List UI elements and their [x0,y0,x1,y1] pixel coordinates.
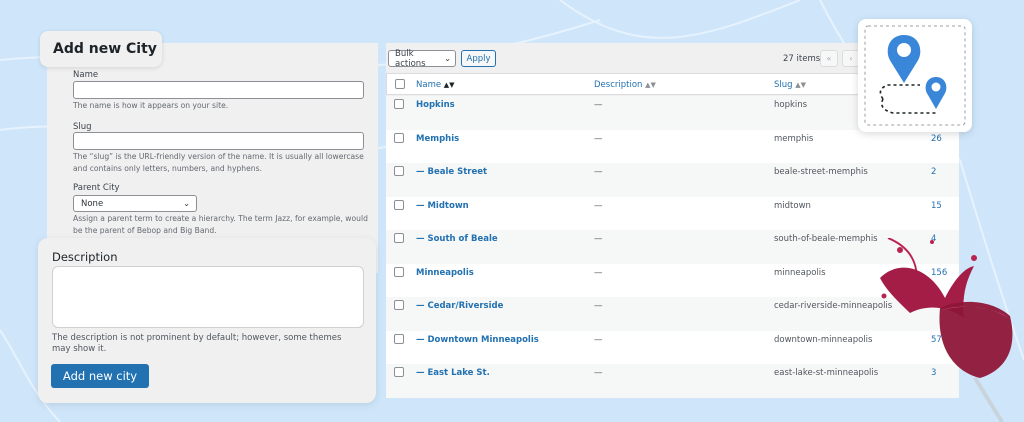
description-card: Description The description is not promi… [38,238,376,403]
add-new-city-button[interactable]: Add new city [51,364,149,388]
description-label: Description [52,250,118,264]
table-row[interactable]: — Beale Street — beale-street-memphis 2 [386,163,959,197]
name-help: The name is how it appears on your site. [73,101,229,110]
wine-glass-icon [880,238,1013,422]
column-name-label: Name [416,80,442,90]
row-count-link[interactable]: 2 [931,167,936,177]
sort-icon: ▲▼ [645,81,656,89]
row-description: — [594,167,603,177]
row-description: — [594,267,603,278]
row-slug: south-of-beale-memphis [774,234,878,244]
row-name-link[interactable]: — Cedar/Riverside [416,301,503,311]
row-slug: beale-street-memphis [774,167,868,177]
row-checkbox[interactable] [394,367,404,377]
row-description: — [594,301,603,311]
row-name-link[interactable]: — Downtown Minneapolis [416,335,539,345]
row-checkbox[interactable] [394,333,404,344]
parent-city-label: Parent City [73,183,120,193]
row-checkbox[interactable] [394,266,404,277]
row-description: — [594,368,603,378]
name-input[interactable] [73,81,364,99]
row-description: — [594,234,603,244]
slug-help: The “slug” is the URL-friendly version o… [73,152,364,173]
column-header-name[interactable]: Name ▲▼ [416,80,455,90]
row-description: — [594,100,603,110]
row-name-link[interactable]: — East Lake St. [416,368,490,378]
bulk-actions-select[interactable]: Bulk actions ⌄ [388,48,456,69]
form-heading: Add new City [40,31,162,67]
slug-label: Slug [73,122,92,132]
parent-city-value: None [81,198,104,209]
column-header-slug[interactable]: Slug ▲▼ [774,80,806,90]
row-count-link[interactable]: 26 [931,134,942,144]
items-count: 27 items [783,54,821,64]
row-slug: midtown [774,200,811,211]
bulk-actions-label: Bulk actions [395,48,426,69]
row-name-link[interactable]: Hopkins [416,100,455,110]
column-slug-label: Slug [774,80,793,90]
row-name-link[interactable]: — South of Beale [416,234,498,244]
name-label: Name [73,70,99,80]
row-checkbox[interactable] [394,199,404,210]
row-name-link[interactable]: Minneapolis [416,268,474,278]
sort-icon: ▲▼ [443,81,455,89]
apply-button[interactable]: Apply [461,50,496,67]
row-slug: minneapolis [774,267,826,278]
row-slug: hopkins [774,100,808,110]
chevron-down-icon: ⌄ [183,199,190,208]
row-description: — [594,133,603,144]
description-help: The description is not prominent by defa… [52,333,342,354]
column-description-label: Description [594,80,643,90]
parent-city-help: Assign a parent term to create a hierarc… [73,214,368,235]
row-slug: downtown-minneapolis [774,334,873,345]
row-checkbox[interactable] [394,233,404,243]
first-page-button[interactable]: « [820,50,838,67]
row-slug: memphis [774,133,814,144]
column-header-description[interactable]: Description ▲▼ [594,80,656,90]
row-count-link[interactable]: 15 [931,201,942,211]
row-checkbox[interactable] [394,99,404,109]
table-row[interactable]: — Midtown — midtown 15 [386,196,959,230]
map-pin-icon [864,25,966,126]
parent-city-select[interactable]: None ⌄ [73,195,197,212]
map-route-card [858,19,972,132]
row-name-link[interactable]: — Midtown [416,201,469,211]
row-description: — [594,200,603,211]
row-name-link[interactable]: Memphis [416,134,459,144]
row-checkbox[interactable] [394,166,404,176]
slug-input[interactable] [73,132,364,150]
table-row[interactable]: Memphis — memphis 26 [386,129,959,163]
description-textarea[interactable] [52,266,364,328]
chevron-down-icon: ⌄ [444,54,451,63]
row-slug: east-lake-st-minneapolis [774,368,879,378]
sort-icon: ▲▼ [795,81,807,89]
row-checkbox[interactable] [394,300,404,310]
row-checkbox[interactable] [394,132,404,143]
row-name-link[interactable]: — Beale Street [416,167,487,177]
row-description: — [594,334,603,345]
select-all-checkbox[interactable] [395,79,405,89]
